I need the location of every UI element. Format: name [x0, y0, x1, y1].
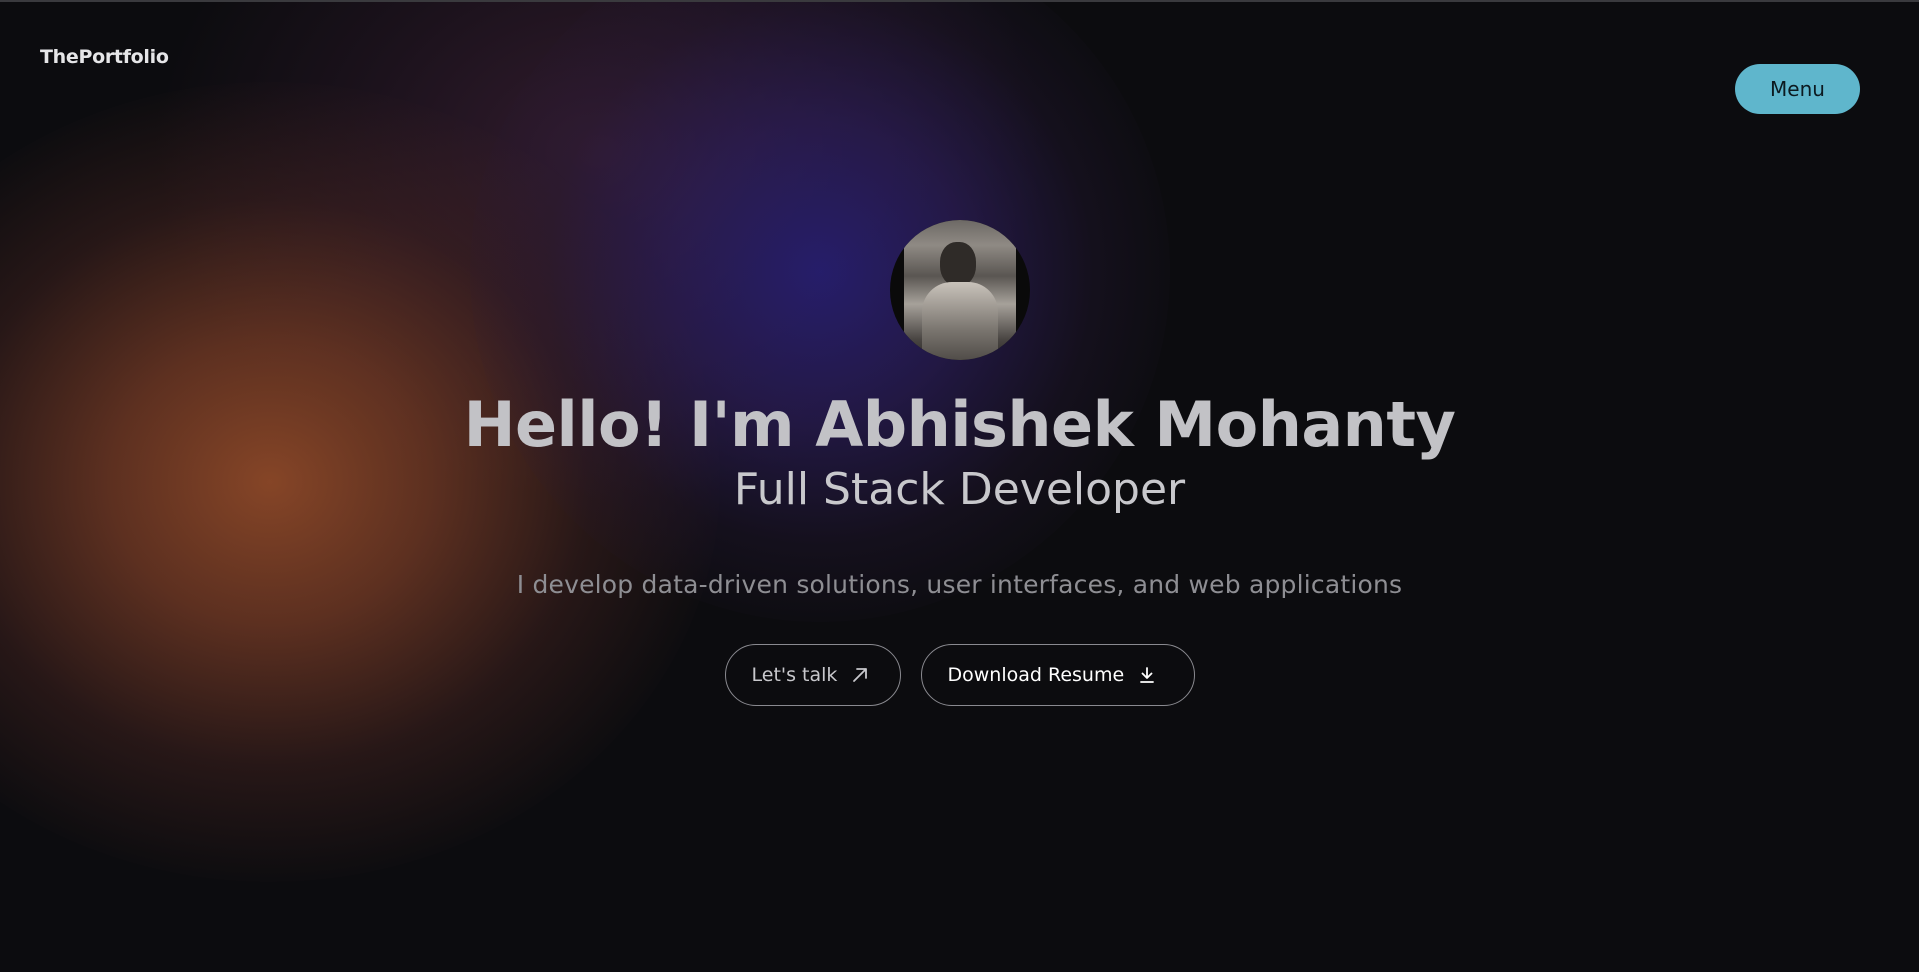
download-resume-button[interactable]: Download Resume — [920, 644, 1195, 706]
lets-talk-button[interactable]: Let's talk — [724, 644, 901, 706]
avatar-head — [939, 242, 976, 286]
lets-talk-label: Let's talk — [751, 664, 838, 686]
menu-button[interactable]: Menu — [1735, 64, 1860, 114]
hero-section: Hello! I'm Abhishek Mohanty Full Stack D… — [0, 220, 1919, 706]
brand-logo[interactable]: ThePortfolio — [40, 46, 169, 68]
hero-actions: Let's talk Download Resume — [0, 644, 1919, 706]
arrow-up-right-icon — [853, 668, 868, 682]
hero-role: Full Stack Developer — [733, 464, 1186, 515]
download-resume-label: Download Resume — [947, 664, 1125, 686]
hero-tagline: I develop data-driven solutions, user in… — [516, 570, 1403, 599]
page: ThePortfolio Menu Hello! I'm Abhishek Mo… — [0, 0, 1919, 972]
hero-headline: Hello! I'm Abhishek Mohanty — [463, 388, 1456, 461]
avatar-photo — [903, 220, 1016, 360]
avatar — [889, 220, 1030, 360]
download-icon — [1140, 667, 1155, 683]
avatar-body — [921, 282, 998, 360]
